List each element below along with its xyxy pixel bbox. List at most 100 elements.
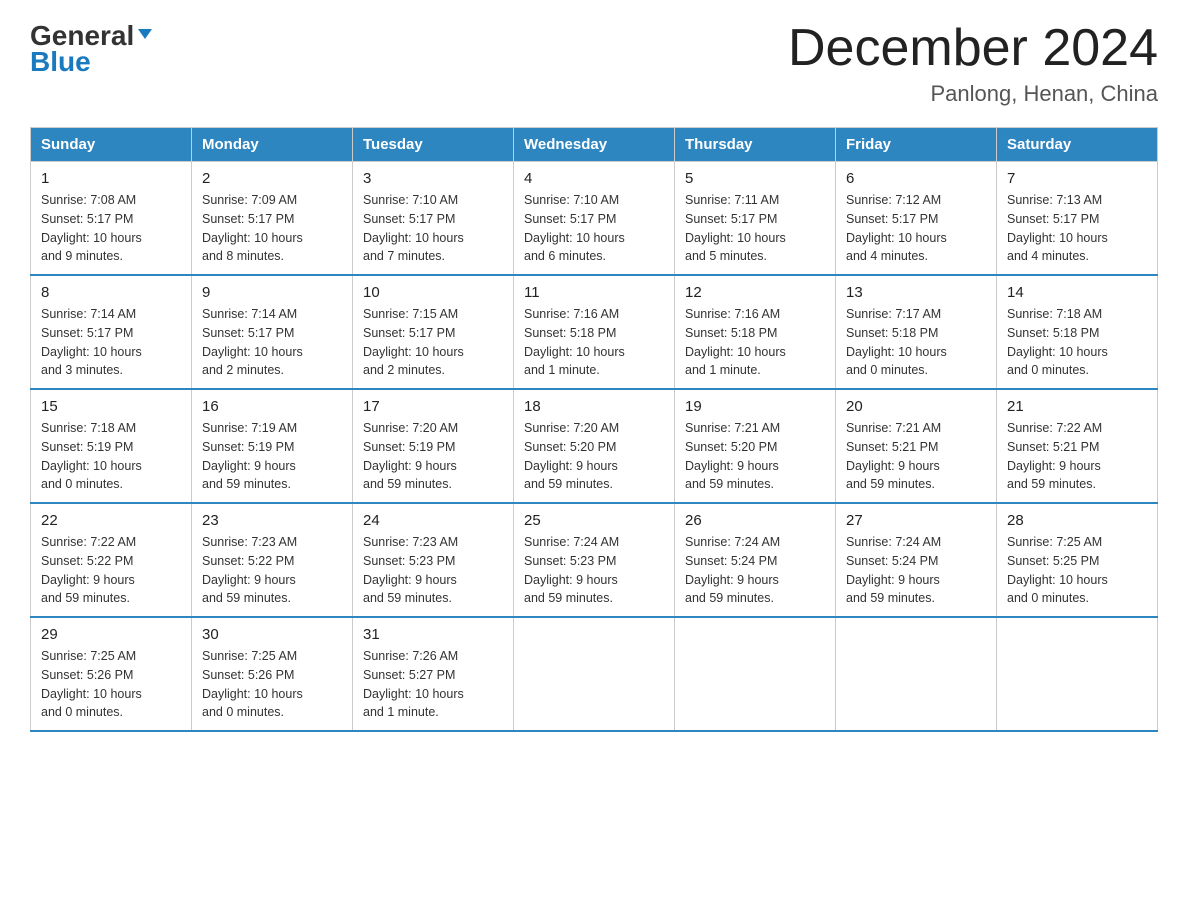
- calendar-cell: 31Sunrise: 7:26 AMSunset: 5:27 PMDayligh…: [353, 617, 514, 731]
- day-info: Sunrise: 7:20 AMSunset: 5:20 PMDaylight:…: [524, 419, 664, 494]
- day-info: Sunrise: 7:15 AMSunset: 5:17 PMDaylight:…: [363, 305, 503, 380]
- day-info: Sunrise: 7:16 AMSunset: 5:18 PMDaylight:…: [524, 305, 664, 380]
- col-friday: Friday: [836, 128, 997, 162]
- day-info: Sunrise: 7:18 AMSunset: 5:18 PMDaylight:…: [1007, 305, 1147, 380]
- day-number: 1: [41, 170, 181, 187]
- day-info: Sunrise: 7:10 AMSunset: 5:17 PMDaylight:…: [524, 191, 664, 266]
- day-number: 31: [363, 626, 503, 643]
- day-info: Sunrise: 7:13 AMSunset: 5:17 PMDaylight:…: [1007, 191, 1147, 266]
- day-number: 8: [41, 284, 181, 301]
- calendar-cell: 25Sunrise: 7:24 AMSunset: 5:23 PMDayligh…: [514, 503, 675, 617]
- calendar-title-area: December 2024 Panlong, Henan, China: [788, 20, 1158, 107]
- calendar-subtitle: Panlong, Henan, China: [788, 81, 1158, 107]
- day-number: 4: [524, 170, 664, 187]
- day-info: Sunrise: 7:25 AMSunset: 5:25 PMDaylight:…: [1007, 533, 1147, 608]
- day-number: 16: [202, 398, 342, 415]
- day-info: Sunrise: 7:11 AMSunset: 5:17 PMDaylight:…: [685, 191, 825, 266]
- day-number: 17: [363, 398, 503, 415]
- calendar-title: December 2024: [788, 20, 1158, 77]
- calendar-cell: 29 Sunrise: 7:25 AMSunset: 5:26 PMDayligh…: [31, 617, 192, 731]
- calendar-week-1: 1Sunrise: 7:08 AMSunset: 5:17 PMDaylight…: [31, 162, 1158, 276]
- day-info: Sunrise: 7:17 AMSunset: 5:18 PMDaylight:…: [846, 305, 986, 380]
- calendar-week-4: 22 Sunrise: 7:22 AMSunset: 5:22 PMDayligh…: [31, 503, 1158, 617]
- logo-blue-text: Blue: [30, 46, 91, 77]
- calendar-table: Sunday Monday Tuesday Wednesday Thursday…: [30, 127, 1158, 732]
- calendar-cell: 19 Sunrise: 7:21 AMSunset: 5:20 PMDayligh…: [675, 389, 836, 503]
- day-info: Sunrise: 7:14 AMSunset: 5:17 PMDaylight:…: [202, 305, 342, 380]
- calendar-cell: 5 Sunrise: 7:11 AMSunset: 5:17 PMDaylight…: [675, 162, 836, 276]
- calendar-cell: 3 Sunrise: 7:10 AMSunset: 5:17 PMDaylight…: [353, 162, 514, 276]
- day-info: Sunrise: 7:25 AMSunset: 5:26 PMDaylight:…: [202, 647, 342, 722]
- day-number: 13: [846, 284, 986, 301]
- day-number: 12: [685, 284, 825, 301]
- day-number: 15: [41, 398, 181, 415]
- day-info: Sunrise: 7:21 AMSunset: 5:20 PMDaylight:…: [685, 419, 825, 494]
- calendar-cell: 28 Sunrise: 7:25 AMSunset: 5:25 PMDayligh…: [997, 503, 1158, 617]
- calendar-cell: 9 Sunrise: 7:14 AMSunset: 5:17 PMDaylight…: [192, 275, 353, 389]
- calendar-week-5: 29 Sunrise: 7:25 AMSunset: 5:26 PMDayligh…: [31, 617, 1158, 731]
- col-saturday: Saturday: [997, 128, 1158, 162]
- day-info: Sunrise: 7:24 AMSunset: 5:24 PMDaylight:…: [685, 533, 825, 608]
- calendar-cell: 24Sunrise: 7:23 AMSunset: 5:23 PMDayligh…: [353, 503, 514, 617]
- calendar-cell: 17Sunrise: 7:20 AMSunset: 5:19 PMDayligh…: [353, 389, 514, 503]
- calendar-cell: 23 Sunrise: 7:23 AMSunset: 5:22 PMDayligh…: [192, 503, 353, 617]
- day-info: Sunrise: 7:25 AMSunset: 5:26 PMDaylight:…: [41, 647, 181, 722]
- day-info: Sunrise: 7:10 AMSunset: 5:17 PMDaylight:…: [363, 191, 503, 266]
- calendar-week-3: 15 Sunrise: 7:18 AMSunset: 5:19 PMDayligh…: [31, 389, 1158, 503]
- day-info: Sunrise: 7:21 AMSunset: 5:21 PMDaylight:…: [846, 419, 986, 494]
- calendar-cell: 30 Sunrise: 7:25 AMSunset: 5:26 PMDayligh…: [192, 617, 353, 731]
- day-number: 20: [846, 398, 986, 415]
- day-info: Sunrise: 7:18 AMSunset: 5:19 PMDaylight:…: [41, 419, 181, 494]
- day-number: 5: [685, 170, 825, 187]
- calendar-cell: 7Sunrise: 7:13 AMSunset: 5:17 PMDaylight…: [997, 162, 1158, 276]
- day-number: 21: [1007, 398, 1147, 415]
- day-number: 27: [846, 512, 986, 529]
- calendar-cell: 26 Sunrise: 7:24 AMSunset: 5:24 PMDayligh…: [675, 503, 836, 617]
- col-sunday: Sunday: [31, 128, 192, 162]
- calendar-cell: 13 Sunrise: 7:17 AMSunset: 5:18 PMDayligh…: [836, 275, 997, 389]
- col-wednesday: Wednesday: [514, 128, 675, 162]
- col-tuesday: Tuesday: [353, 128, 514, 162]
- day-number: 26: [685, 512, 825, 529]
- calendar-cell: 6Sunrise: 7:12 AMSunset: 5:17 PMDaylight…: [836, 162, 997, 276]
- day-number: 3: [363, 170, 503, 187]
- day-info: Sunrise: 7:22 AMSunset: 5:21 PMDaylight:…: [1007, 419, 1147, 494]
- day-number: 29: [41, 626, 181, 643]
- day-number: 28: [1007, 512, 1147, 529]
- day-number: 23: [202, 512, 342, 529]
- day-info: Sunrise: 7:22 AMSunset: 5:22 PMDaylight:…: [41, 533, 181, 608]
- day-number: 19: [685, 398, 825, 415]
- day-info: Sunrise: 7:14 AMSunset: 5:17 PMDaylight:…: [41, 305, 181, 380]
- day-info: Sunrise: 7:09 AMSunset: 5:17 PMDaylight:…: [202, 191, 342, 266]
- day-info: Sunrise: 7:23 AMSunset: 5:22 PMDaylight:…: [202, 533, 342, 608]
- calendar-cell: 10 Sunrise: 7:15 AMSunset: 5:17 PMDayligh…: [353, 275, 514, 389]
- calendar-cell: 1Sunrise: 7:08 AMSunset: 5:17 PMDaylight…: [31, 162, 192, 276]
- day-number: 9: [202, 284, 342, 301]
- col-monday: Monday: [192, 128, 353, 162]
- logo-arrow-icon: [136, 25, 154, 48]
- col-thursday: Thursday: [675, 128, 836, 162]
- calendar-cell: 22 Sunrise: 7:22 AMSunset: 5:22 PMDayligh…: [31, 503, 192, 617]
- calendar-cell: [997, 617, 1158, 731]
- day-number: 18: [524, 398, 664, 415]
- day-info: Sunrise: 7:12 AMSunset: 5:17 PMDaylight:…: [846, 191, 986, 266]
- day-info: Sunrise: 7:19 AMSunset: 5:19 PMDaylight:…: [202, 419, 342, 494]
- logo: General Blue: [30, 20, 156, 78]
- calendar-cell: 14Sunrise: 7:18 AMSunset: 5:18 PMDayligh…: [997, 275, 1158, 389]
- calendar-cell: 18 Sunrise: 7:20 AMSunset: 5:20 PMDayligh…: [514, 389, 675, 503]
- day-info: Sunrise: 7:16 AMSunset: 5:18 PMDaylight:…: [685, 305, 825, 380]
- day-number: 10: [363, 284, 503, 301]
- calendar-cell: 27Sunrise: 7:24 AMSunset: 5:24 PMDayligh…: [836, 503, 997, 617]
- day-number: 22: [41, 512, 181, 529]
- calendar-cell: [675, 617, 836, 731]
- calendar-cell: 11Sunrise: 7:16 AMSunset: 5:18 PMDayligh…: [514, 275, 675, 389]
- calendar-cell: [836, 617, 997, 731]
- day-number: 30: [202, 626, 342, 643]
- day-info: Sunrise: 7:23 AMSunset: 5:23 PMDaylight:…: [363, 533, 503, 608]
- calendar-week-2: 8 Sunrise: 7:14 AMSunset: 5:17 PMDaylight…: [31, 275, 1158, 389]
- calendar-cell: 16 Sunrise: 7:19 AMSunset: 5:19 PMDayligh…: [192, 389, 353, 503]
- day-number: 2: [202, 170, 342, 187]
- day-number: 25: [524, 512, 664, 529]
- calendar-cell: 21 Sunrise: 7:22 AMSunset: 5:21 PMDayligh…: [997, 389, 1158, 503]
- calendar-cell: 4 Sunrise: 7:10 AMSunset: 5:17 PMDaylight…: [514, 162, 675, 276]
